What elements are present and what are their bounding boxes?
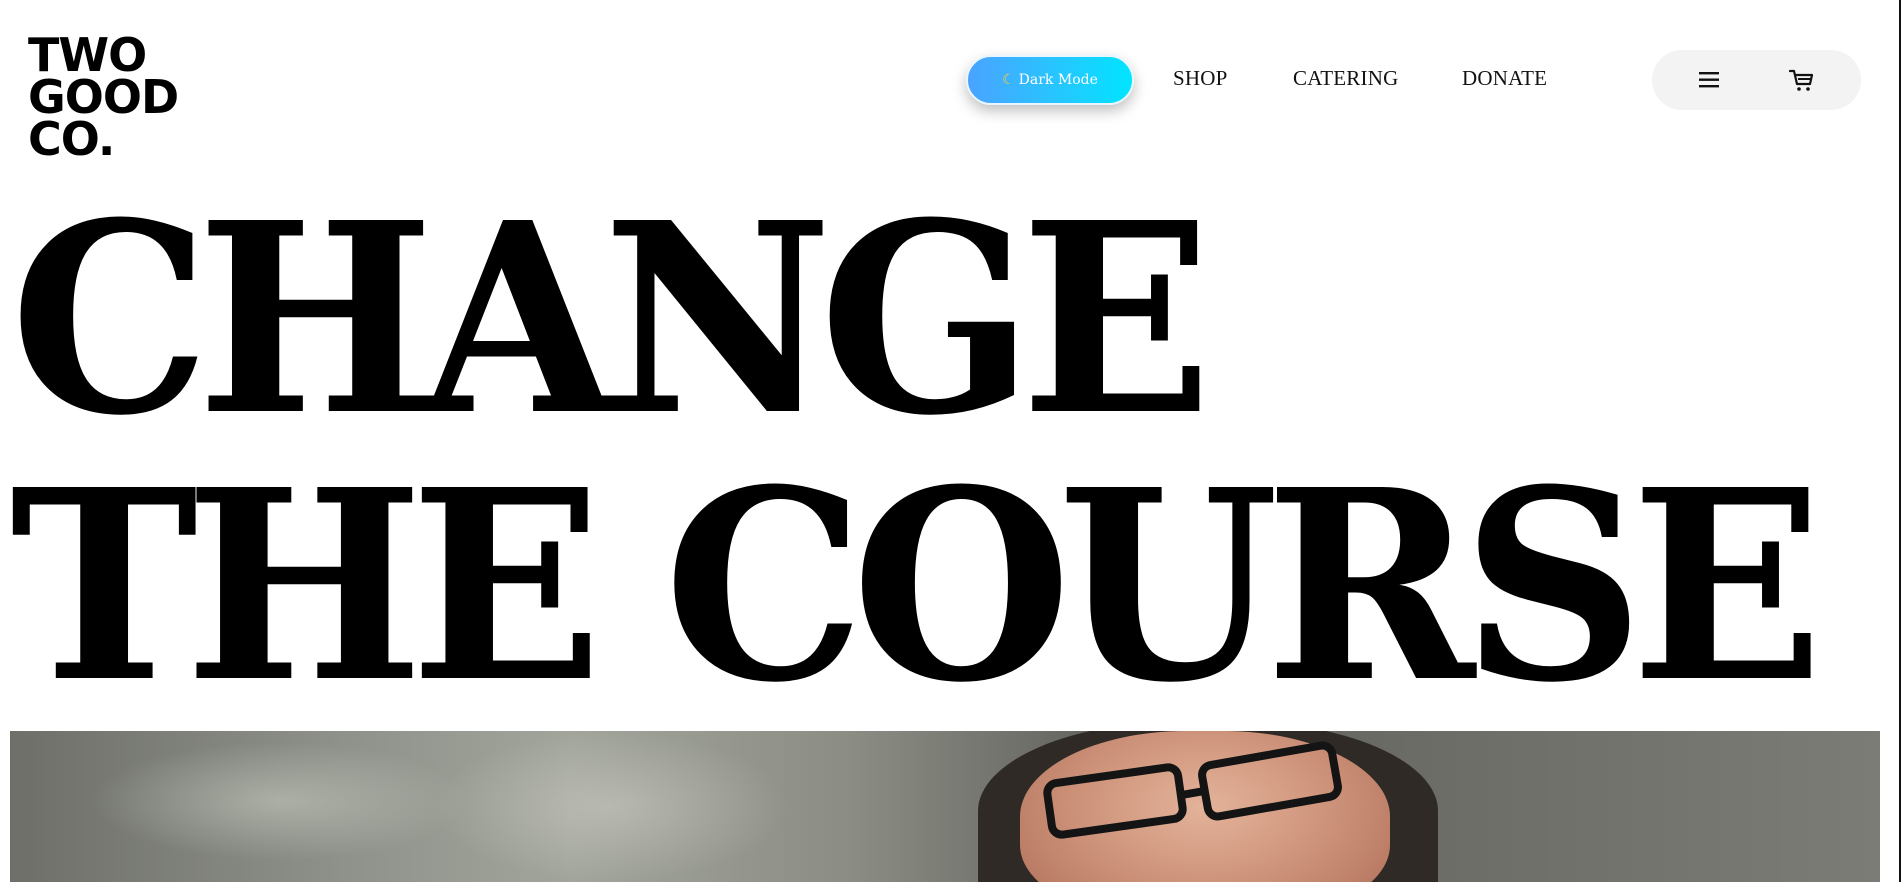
- moon-icon: ☾: [1002, 72, 1015, 88]
- hero-background-blur: [90, 741, 470, 861]
- hero-image: [10, 731, 1880, 882]
- dark-mode-toggle[interactable]: ☾ Dark Mode: [966, 55, 1134, 105]
- shopping-cart-icon[interactable]: [1788, 66, 1816, 94]
- hero-background-blur: [430, 731, 790, 882]
- dark-mode-label: Dark Mode: [1018, 72, 1098, 88]
- nav-donate-link[interactable]: DONATE: [1462, 66, 1547, 91]
- header-icon-pill: [1652, 50, 1861, 110]
- logo-line-3: CO.: [28, 112, 115, 166]
- nav-catering-link[interactable]: CATERING: [1293, 66, 1398, 91]
- page: TWO GOOD CO. ☾ Dark Mode SHOP CATERING D…: [0, 0, 1901, 882]
- headline-line-2: THE COURSE: [10, 432, 1824, 740]
- logo[interactable]: TWO GOOD CO.: [28, 32, 179, 166]
- nav-shop-link[interactable]: SHOP: [1173, 66, 1228, 91]
- hamburger-menu-icon[interactable]: [1696, 66, 1724, 94]
- headline-line-1: CHANGE: [10, 165, 1212, 473]
